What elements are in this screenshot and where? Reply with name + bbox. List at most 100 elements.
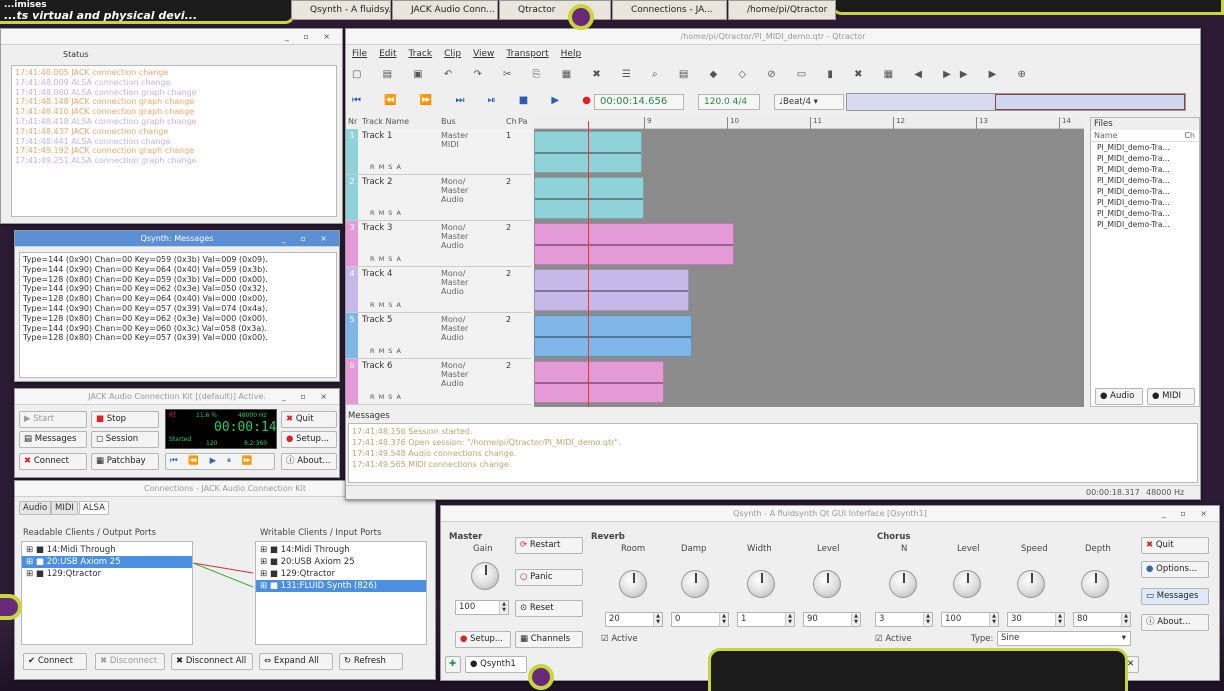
restart-button[interactable]: ⟳ Restart bbox=[515, 537, 583, 554]
writable-port[interactable]: ⊞ ■ 131:FLUID Synth (826) bbox=[256, 580, 426, 592]
overview-viewport[interactable] bbox=[995, 94, 1185, 110]
damp-spin[interactable]: 0 ▲ ▼ bbox=[671, 612, 729, 627]
track-rms-buttons[interactable]: R M S A bbox=[370, 347, 402, 355]
track-clip[interactable] bbox=[534, 361, 664, 403]
playhead[interactable] bbox=[588, 121, 589, 407]
options-button[interactable]: ● Options... bbox=[1141, 561, 1209, 578]
track-row[interactable]: 4 Track 4 Mono/Master Audio 2 R M S A bbox=[346, 267, 531, 313]
depth-knob[interactable] bbox=[1081, 570, 1109, 598]
connect-button[interactable]: ✖ Connect bbox=[19, 453, 87, 470]
conn-disconnect-all-button[interactable]: ✖ Disconnect All bbox=[171, 653, 253, 670]
time-display[interactable]: 00:00:14.656 bbox=[594, 94, 684, 110]
reset-button[interactable]: ⊙ Reset bbox=[515, 600, 583, 617]
start-button[interactable]: ▶ Start bbox=[19, 411, 87, 428]
gain-spin[interactable]: 100 ▲ ▼ bbox=[455, 600, 509, 615]
add-engine-button[interactable]: ✚ bbox=[445, 656, 461, 673]
tempo-display[interactable]: 120.0 4/4 bbox=[698, 94, 760, 110]
n-spin[interactable]: 3 ▲ ▼ bbox=[875, 612, 933, 627]
taskbar-item-qsynth[interactable]: Qsynth - A fluidsy... bbox=[291, 0, 391, 20]
file-item[interactable]: PI_MIDI_demo-Tra... bbox=[1091, 208, 1199, 219]
transport-toolbar[interactable]: ⏮ ⏪ ⏩ ⏭ ⏯ ■ ▶ ● ✱ bbox=[352, 95, 633, 106]
track-row[interactable]: 1 Track 1 Master MIDI 1 R M S A bbox=[346, 129, 531, 175]
panic-button[interactable]: ○ Panic bbox=[515, 569, 583, 586]
about-button[interactable]: ⓘ About... bbox=[281, 453, 337, 470]
stop-button[interactable]: ■ Stop bbox=[91, 411, 159, 428]
reverb-active[interactable]: ☑ Active bbox=[601, 634, 638, 644]
menu-clip[interactable]: Clip bbox=[444, 49, 461, 59]
messages-button[interactable]: ▤ Messages bbox=[19, 431, 87, 448]
gain-knob[interactable] bbox=[471, 562, 499, 590]
level-knob[interactable] bbox=[813, 570, 841, 598]
menu-transport[interactable]: Transport bbox=[506, 49, 548, 59]
file-item[interactable]: PI_MIDI_demo-Tra... bbox=[1091, 197, 1199, 208]
file-item[interactable]: PI_MIDI_demo-Tra... bbox=[1091, 164, 1199, 175]
main-toolbar[interactable]: ▢ ▤ ▣ ↶ ↷ ✂ ⎘ ▦ ✖ ☰ ⌕ ▤ ◆ ◇ ⊘ ▭ ▮ ✖ ▦ ◀ … bbox=[352, 69, 1026, 85]
timeline-area[interactable] bbox=[534, 129, 1084, 407]
track-rms-buttons[interactable]: R M S A bbox=[370, 209, 402, 217]
track-clip[interactable] bbox=[534, 223, 734, 265]
conn-disconnect-button[interactable]: ✖ Disconnect bbox=[95, 653, 165, 670]
damp-knob[interactable] bbox=[681, 570, 709, 598]
taskbar-item-connections[interactable]: Connections - JA... bbox=[612, 0, 727, 20]
width-spin[interactable]: 1 ▲ ▼ bbox=[737, 612, 795, 627]
menu-help[interactable]: Help bbox=[561, 49, 582, 59]
track-rms-buttons[interactable]: R M S A bbox=[370, 163, 402, 171]
chorus-active[interactable]: ☑ Active bbox=[875, 634, 912, 644]
conn-connect-button[interactable]: ✔ Connect bbox=[23, 653, 87, 670]
conn-refresh-button[interactable]: ↻ Refresh bbox=[339, 653, 403, 670]
speed-knob[interactable] bbox=[1017, 570, 1045, 598]
conn-tab-alsa[interactable]: ALSA bbox=[79, 501, 109, 515]
quit-button[interactable]: ✖ Quit bbox=[281, 411, 337, 428]
level-spin[interactable]: 90 ▲ ▼ bbox=[803, 612, 861, 627]
track-row[interactable]: 3 Track 3 Mono/Master Audio 2 R M S A bbox=[346, 221, 531, 267]
files-tab-midi[interactable]: ● MIDI bbox=[1147, 388, 1195, 405]
track-clip[interactable] bbox=[534, 315, 692, 357]
conn-expand-all-button[interactable]: ⇔ Expand All bbox=[259, 653, 333, 670]
tab-status[interactable]: Status bbox=[63, 50, 89, 59]
file-item[interactable]: PI_MIDI_demo-Tra... bbox=[1091, 175, 1199, 186]
engine-tab[interactable]: ● Qsynth1 bbox=[465, 656, 527, 673]
track-clip[interactable] bbox=[534, 269, 689, 311]
readable-port[interactable]: ⊞ ■ 20:USB Axiom 25 bbox=[22, 556, 192, 568]
transport-controls[interactable]: ⏮ ⏪ ▶ ⏸ ⏩ bbox=[165, 453, 275, 470]
file-item[interactable]: PI_MIDI_demo-Tra... bbox=[1091, 153, 1199, 164]
channels-button[interactable]: ▦ Channels bbox=[515, 631, 583, 648]
files-tab-audio[interactable]: ● Audio bbox=[1095, 388, 1143, 405]
readable-port[interactable]: ⊞ ■ 14:Midi Through bbox=[22, 544, 192, 556]
taskbar-item-jack[interactable]: JACK Audio Conn... bbox=[392, 0, 498, 20]
depth-spin[interactable]: 80 ▲ ▼ bbox=[1073, 612, 1131, 627]
room-spin[interactable]: 20 ▲ ▼ bbox=[605, 612, 663, 627]
room-knob[interactable] bbox=[619, 570, 647, 598]
width-knob[interactable] bbox=[747, 570, 775, 598]
n-knob[interactable] bbox=[889, 570, 917, 598]
menu-track[interactable]: Track bbox=[409, 49, 433, 59]
chorus-level-knob[interactable] bbox=[953, 570, 981, 598]
writable-port[interactable]: ⊞ ■ 14:Midi Through bbox=[256, 544, 426, 556]
conn-tab-midi[interactable]: MIDI bbox=[51, 501, 78, 515]
speed-spin[interactable]: 30 ▲ ▼ bbox=[1007, 612, 1065, 627]
qsynth-about-button[interactable]: ⓘ About... bbox=[1141, 614, 1209, 631]
track-clip[interactable] bbox=[534, 177, 644, 219]
menu-file[interactable]: File bbox=[352, 49, 367, 59]
type-select[interactable]: Sine ▾ bbox=[997, 631, 1131, 646]
qsynth-messages-button[interactable]: ▭ Messages bbox=[1141, 588, 1209, 605]
menu-edit[interactable]: Edit bbox=[379, 49, 396, 59]
chorus-level-spin[interactable]: 100 ▲ ▼ bbox=[941, 612, 999, 627]
readable-port[interactable]: ⊞ ■ 129:Qtractor bbox=[22, 568, 192, 580]
track-rms-buttons[interactable]: R M S A bbox=[370, 393, 402, 401]
overview-bar[interactable] bbox=[846, 93, 1186, 111]
menu-view[interactable]: View bbox=[473, 49, 494, 59]
file-item[interactable]: PI_MIDI_demo-Tra... bbox=[1091, 186, 1199, 197]
conn-tab-audio[interactable]: Audio bbox=[19, 501, 52, 515]
file-item[interactable]: PI_MIDI_demo-Tra... bbox=[1091, 219, 1199, 230]
track-rms-buttons[interactable]: R M S A bbox=[370, 255, 402, 263]
taskbar-item-qtractor[interactable]: Qtractor bbox=[499, 0, 611, 20]
taskbar-item-folder[interactable]: /home/pi/Qtractor bbox=[728, 0, 836, 20]
qsynth-quit-button[interactable]: ✖ Quit bbox=[1141, 537, 1209, 554]
track-row[interactable]: 6 Track 6 Mono/Master Audio 2 R M S A bbox=[346, 359, 531, 405]
track-row[interactable]: 5 Track 5 Mono/Master Audio 2 R M S A bbox=[346, 313, 531, 359]
setup-button[interactable]: ● Setup... bbox=[281, 431, 337, 448]
writable-port[interactable]: ⊞ ■ 129:Qtractor bbox=[256, 568, 426, 580]
writable-port[interactable]: ⊞ ■ 20:USB Axiom 25 bbox=[256, 556, 426, 568]
patchbay-button[interactable]: ▦ Patchbay bbox=[91, 453, 159, 470]
